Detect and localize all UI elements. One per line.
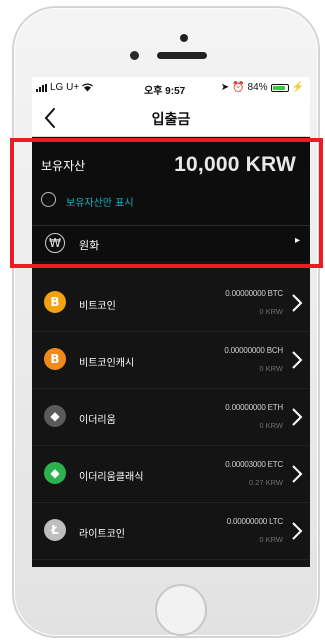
krw-label: 원화: [79, 239, 100, 252]
coin-amount: 0.00000000 ETH: [225, 403, 283, 412]
status-bar: LG U+ 오후 9:57 ➤ ⏰ 84% ⚡: [32, 77, 310, 99]
coin-amount: 0.00003000 ETC: [225, 460, 283, 469]
signal-icon: [36, 83, 47, 92]
holdings-amount: 10,000 KRW: [174, 153, 296, 176]
coin-krw-value: 0.27 KRW: [248, 478, 283, 487]
wifi-icon: [82, 83, 94, 92]
coin-name: 비트코인캐시: [79, 358, 135, 369]
battery-percent: 84%: [247, 82, 268, 93]
coin-row-etc[interactable]: ◆ 이더리움클래식 0.00003000 ETC 0.27 KRW: [32, 446, 310, 503]
coin-name: 라이트코인: [79, 529, 125, 540]
front-camera: [130, 51, 139, 60]
camera-dot: [180, 34, 188, 42]
coin-amount: 0.00000000 LTC: [226, 517, 283, 526]
coin-name: 이더리움클래식: [79, 472, 144, 483]
chevron-right-icon: [292, 465, 303, 483]
chevron-right-icon: [292, 294, 303, 312]
carrier-label: LG U+: [50, 82, 80, 93]
coin-row-bch[interactable]: B 비트코인캐시 0.00000000 BCH 0 KRW: [32, 332, 310, 389]
status-time: 오후 9:57: [144, 86, 186, 97]
coin-krw-value: 0 KRW: [259, 421, 283, 430]
earpiece-speaker: [157, 52, 207, 59]
coin-row-btc[interactable]: B 비트코인 0.00000000 BTC 0 KRW: [32, 275, 310, 332]
coin-amount: 0.00000000 BCH: [224, 346, 283, 355]
coin-krw-value: 0 KRW: [259, 307, 283, 316]
bitcoin-cash-icon: B: [44, 348, 66, 370]
page-title: 입출금: [151, 112, 191, 128]
holdings-label: 보유자산: [41, 159, 86, 173]
coin-name: 비트코인: [79, 301, 116, 312]
ethereum-icon: ◆: [44, 405, 66, 427]
nav-bar: 입출금: [32, 99, 310, 137]
bitcoin-icon: B: [44, 291, 66, 313]
ethereum-classic-icon: ◆: [44, 462, 66, 484]
asset-summary: 보유자산 10,000 KRW 보유자산만 표시 ₩ 원화 ▸: [32, 137, 310, 261]
chevron-right-icon: [292, 351, 303, 369]
chevron-right-icon: [292, 522, 303, 540]
home-button[interactable]: [155, 584, 207, 636]
coin-amount: 0.00000000 BTC: [225, 289, 283, 298]
coin-name: 이더리움: [79, 415, 116, 426]
app-screen: LG U+ 오후 9:57 ➤ ⏰ 84% ⚡ 입출금 보유자산 10,000 …: [32, 77, 310, 567]
caret-right-icon: ▸: [294, 235, 300, 246]
battery-icon: [270, 83, 289, 92]
coin-krw-value: 0 KRW: [259, 364, 283, 373]
alarm-icon: ⏰: [232, 82, 245, 93]
coin-row-ltc[interactable]: Ł 라이트코인 0.00000000 LTC 0 KRW: [32, 503, 310, 560]
holdings-only-label[interactable]: 보유자산만 표시: [66, 194, 134, 209]
holdings-only-checkbox[interactable]: [41, 192, 56, 207]
won-icon: ₩: [45, 233, 65, 253]
chevron-right-icon: [292, 408, 303, 426]
krw-row[interactable]: ₩ 원화 ▸: [32, 226, 310, 261]
location-icon: ➤: [220, 82, 230, 93]
charging-icon: ⚡: [291, 82, 304, 93]
litecoin-icon: Ł: [44, 519, 66, 541]
coin-list: B 비트코인 0.00000000 BTC 0 KRW B 비트코인캐시 0.0…: [32, 275, 310, 560]
coin-krw-value: 0 KRW: [259, 535, 283, 544]
coin-row-eth[interactable]: ◆ 이더리움 0.00000000 ETH 0 KRW: [32, 389, 310, 446]
